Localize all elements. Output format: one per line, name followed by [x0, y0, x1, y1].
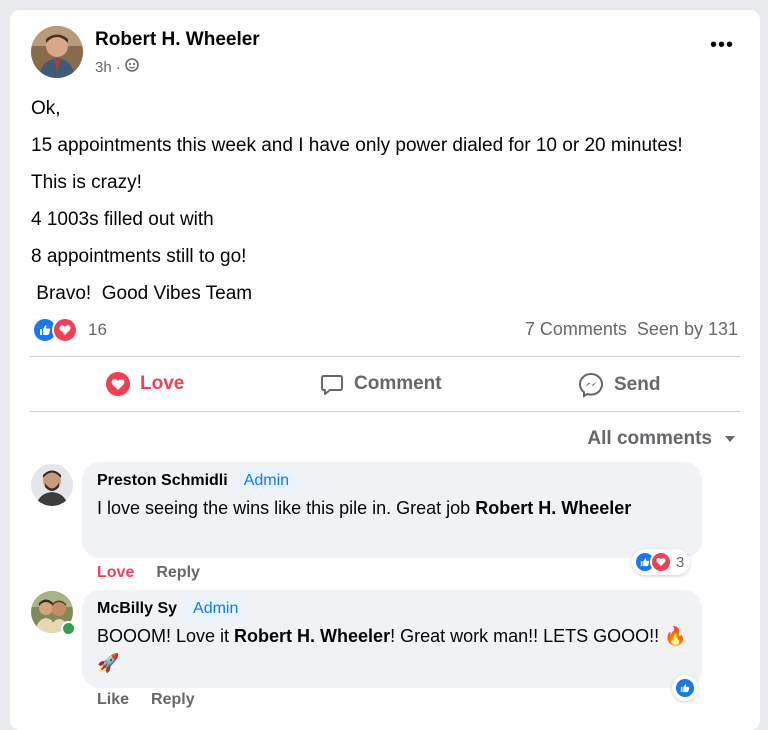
mention-link[interactable]: Robert H. Wheeler — [475, 498, 631, 518]
post-line: 8 appointments still to go! — [31, 246, 247, 267]
send-label: Send — [614, 374, 661, 395]
comment-bubble: McBilly Sy Admin BOOOM! Love it Robert H… — [82, 590, 702, 688]
comment-like-button[interactable]: Like — [97, 691, 129, 709]
comment-actions: Like Reply — [97, 691, 195, 709]
post-stats: 7 Comments Seen by 131 — [525, 319, 738, 340]
post-time[interactable]: 3h — [95, 59, 112, 76]
comment-text-part: I love seeing the wins like this pile in… — [97, 498, 476, 518]
post-line: This is crazy! — [31, 172, 142, 193]
comment-reply-button[interactable]: Reply — [156, 564, 200, 582]
post-meta: 3h · — [95, 58, 139, 76]
send-button[interactable]: Send — [578, 372, 660, 398]
post-line: 4 1003s filled out with — [31, 209, 214, 230]
comment-love-button[interactable]: Love — [97, 564, 134, 582]
post-card: Robert H. Wheeler 3h · ••• Ok, 15 appoin… — [10, 10, 760, 730]
comment-text-part: BOOOM! Love it — [97, 626, 235, 646]
post-line: Bravo! Good Vibes Team — [31, 283, 253, 304]
love-reaction-icon — [52, 317, 78, 343]
love-button[interactable]: Love — [106, 372, 184, 396]
post-line: 15 appointments this week and I have onl… — [31, 135, 683, 156]
comment-reaction-count: 3 — [676, 553, 685, 571]
post-body: Ok, 15 appointments this week and I have… — [31, 90, 683, 312]
author-avatar[interactable] — [31, 26, 83, 78]
commenter-name[interactable]: McBilly Sy — [97, 600, 177, 618]
divider — [30, 411, 740, 412]
messenger-icon — [578, 372, 604, 398]
comment-text: BOOOM! Love it Robert H. Wheeler! Great … — [97, 623, 687, 677]
love-icon — [106, 372, 130, 396]
comment-button[interactable]: Comment — [320, 372, 442, 396]
reaction-summary[interactable]: 16 — [32, 317, 107, 343]
love-reaction-icon — [650, 551, 672, 573]
audience-icon[interactable] — [124, 58, 139, 76]
comments-count-link[interactable]: 7 Comments — [525, 319, 627, 340]
mention-link[interactable]: Robert H. Wheeler — [234, 626, 390, 646]
post-line: Ok, — [31, 98, 61, 119]
comment-filter-dropdown[interactable]: All comments — [587, 428, 736, 450]
commenter-name[interactable]: Preston Schmidli — [97, 472, 228, 490]
comment-actions: Love Reply — [97, 564, 200, 582]
comment-reactions[interactable]: 3 — [632, 549, 691, 575]
love-label: Love — [140, 373, 185, 394]
admin-badge: Admin — [237, 470, 296, 492]
more-options-button[interactable]: ••• — [710, 35, 734, 55]
caret-down-icon — [725, 436, 735, 442]
comment-icon — [321, 375, 343, 395]
comment-reply-button[interactable]: Reply — [151, 691, 195, 709]
seen-by-link[interactable]: Seen by 131 — [637, 319, 738, 340]
admin-badge: Admin — [187, 598, 245, 620]
comment-label: Comment — [354, 373, 442, 394]
reaction-count: 16 — [88, 320, 107, 339]
comment-filter-label: All comments — [587, 428, 712, 449]
meta-separator: · — [115, 58, 121, 76]
author-name[interactable]: Robert H. Wheeler — [95, 29, 260, 51]
commenter-avatar[interactable] — [31, 464, 73, 506]
comment-text: I love seeing the wins like this pile in… — [97, 495, 687, 522]
divider — [30, 356, 740, 357]
comment-bubble: Preston Schmidli Admin I love seeing the… — [82, 462, 702, 558]
comment-reactions[interactable] — [672, 675, 698, 701]
like-reaction-icon — [674, 677, 696, 699]
online-status-indicator — [61, 621, 76, 636]
